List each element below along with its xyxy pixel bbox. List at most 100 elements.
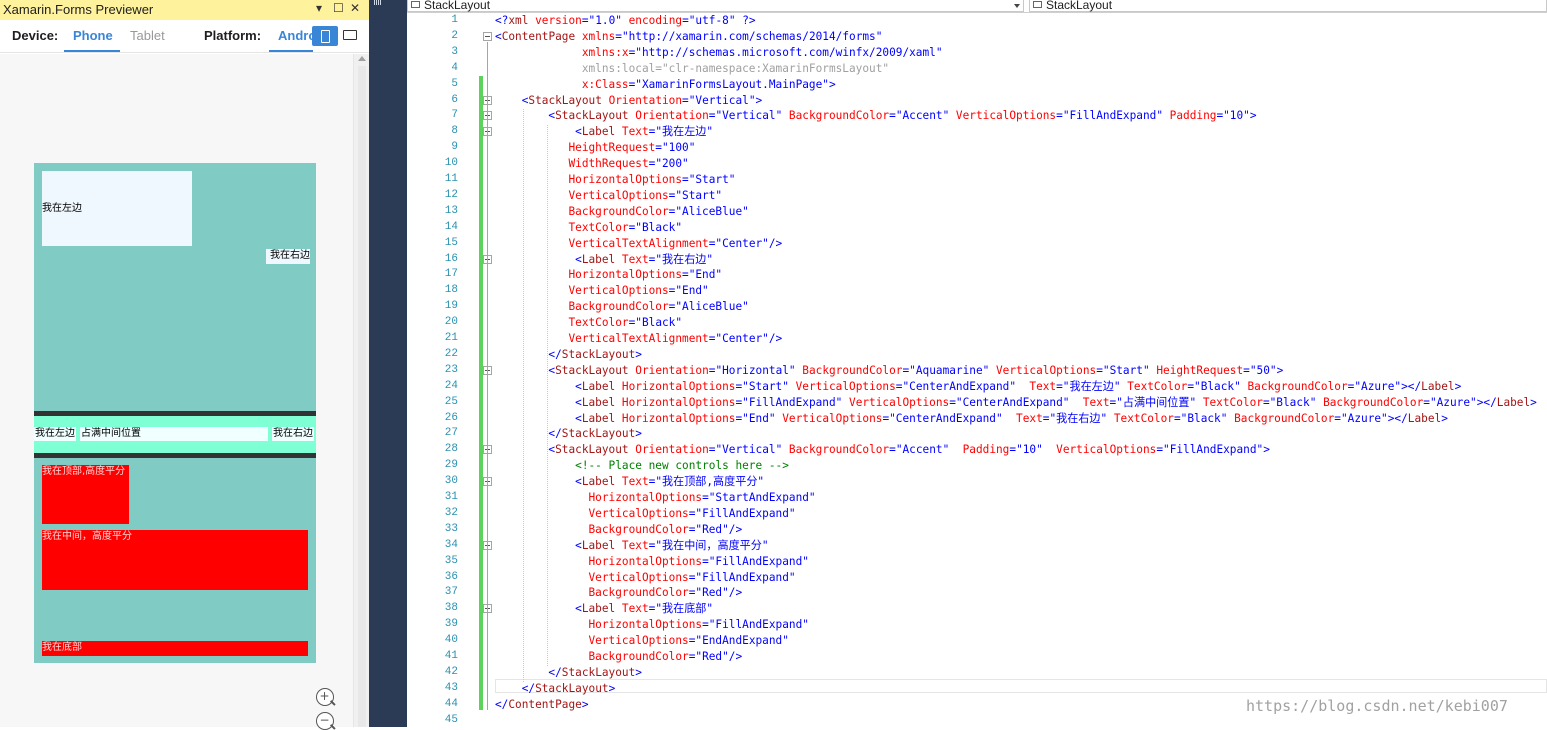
line-number: 23 — [444, 363, 458, 376]
code-line[interactable]: HorizontalOptions="FillAndExpand" — [495, 618, 809, 631]
code-line[interactable]: </StackLayout> — [495, 682, 616, 695]
code-line[interactable]: BackgroundColor="Red"/> — [495, 586, 743, 599]
code-line[interactable]: <Label Text="我在顶部,高度平分" — [495, 475, 764, 488]
label-h-middle: 占满中间位置 — [80, 427, 268, 441]
code-line[interactable]: HorizontalOptions="End" — [495, 268, 722, 281]
code-line[interactable]: WidthRequest="200" — [495, 157, 688, 170]
code-token: Text — [615, 252, 649, 266]
maximize-icon[interactable]: ☐ — [333, 1, 344, 15]
code-token: "Red" — [695, 650, 729, 663]
code-line[interactable]: VerticalOptions="Start" — [495, 189, 722, 202]
code-token: "Black" — [1194, 379, 1241, 393]
code-line[interactable]: HorizontalOptions="FillAndExpand" — [495, 555, 809, 568]
code-line[interactable]: <Label HorizontalOptions="End" VerticalO… — [495, 412, 1448, 425]
code-token: TextColor — [1120, 379, 1188, 393]
code-line[interactable]: <Label HorizontalOptions="FillAndExpand"… — [495, 396, 1537, 409]
code-token: "占满中间位置" — [1116, 395, 1197, 409]
code-line[interactable]: HorizontalOptions="StartAndExpand" — [495, 491, 816, 504]
code-token: Label — [581, 411, 616, 425]
type-dropdown[interactable]: StackLayout — [407, 0, 1024, 12]
code-token: "CenterAndExpand" — [902, 379, 1017, 393]
code-line[interactable]: </StackLayout> — [495, 666, 642, 679]
collapse-toggle-icon[interactable] — [483, 31, 492, 41]
scrollbar-thumb[interactable] — [358, 66, 366, 727]
code-line[interactable]: <Label Text="我在左边" — [495, 125, 713, 138]
code-line[interactable]: BackgroundColor="AliceBlue" — [495, 300, 748, 313]
code-line[interactable]: <StackLayout Orientation="Vertical"> — [495, 94, 763, 107]
code-token: "FillAndExpand" — [742, 395, 843, 409]
line-number: 6 — [451, 93, 458, 106]
tab-phone[interactable]: Phone — [73, 28, 113, 43]
code-line[interactable]: BackgroundColor="Red"/> — [495, 523, 743, 536]
code-line[interactable]: </ContentPage> — [495, 698, 589, 711]
line-number: 7 — [451, 109, 458, 122]
line-number: 42 — [444, 665, 458, 678]
code-line[interactable]: xmlns:x="http://schemas.microsoft.com/wi… — [495, 46, 943, 59]
line-number: 14 — [444, 220, 458, 233]
code-line[interactable]: </StackLayout> — [495, 427, 642, 440]
code-line[interactable]: VerticalOptions="FillAndExpand" — [495, 507, 796, 520]
code-token: BackgroundColor — [782, 443, 890, 457]
code-line[interactable]: <?xml version="1.0" encoding="utf-8" ?> — [495, 14, 756, 27]
splitter-grip-icon[interactable] — [374, 0, 384, 6]
code-token: HorizontalOptions — [495, 554, 703, 568]
code-line[interactable]: VerticalOptions="EndAndExpand" — [495, 634, 789, 647]
code-token: "Start" — [1102, 363, 1150, 377]
code-token: "Black" — [1180, 411, 1228, 425]
close-icon[interactable]: ✕ — [350, 1, 360, 15]
zoom-in-icon[interactable]: + — [316, 688, 334, 706]
preview-scrollbar[interactable] — [353, 54, 369, 727]
code-token: = — [682, 14, 689, 27]
code-line[interactable]: <Label HorizontalOptions="Start" Vertica… — [495, 380, 1461, 393]
code-token: "50" — [1249, 363, 1277, 377]
code-line[interactable]: </StackLayout> — [495, 348, 642, 361]
code-token: > — [828, 77, 836, 91]
code-line[interactable]: <Label Text="我在底部" — [495, 602, 713, 615]
change-tracking-bar — [479, 76, 483, 710]
code-line[interactable]: <StackLayout Orientation="Horizontal" Ba… — [495, 364, 1283, 377]
code-line[interactable]: <!-- Place new controls here --> — [495, 459, 789, 472]
fold-guide — [487, 41, 488, 710]
code-line[interactable]: VerticalOptions="FillAndExpand" — [495, 571, 796, 584]
window-menu-dropdown-icon[interactable]: ▾ — [316, 1, 322, 15]
code-line[interactable]: BackgroundColor="AliceBlue" — [495, 204, 749, 218]
separator — [34, 453, 316, 458]
code-token: "Black" — [635, 316, 683, 330]
scroll-up-icon[interactable] — [358, 56, 366, 61]
tab-platform-android[interactable]: Andro — [278, 28, 316, 43]
code-line[interactable]: <Label Text="我在右边" — [495, 253, 713, 266]
code-area[interactable]: <?xml version="1.0" encoding="utf-8" ?> <… — [495, 14, 1545, 727]
tab-tablet[interactable]: Tablet — [130, 28, 165, 43]
label-red-bottom: 我在底部 — [42, 641, 308, 656]
code-line[interactable]: x:Class="XamarinFormsLayout.MainPage"> — [495, 78, 836, 91]
code-line[interactable]: <ContentPage xmlns="http://xamarin.com/s… — [495, 30, 882, 43]
code-editor[interactable]: StackLayout StackLayout 1 2 3 4 5 6 7 8 9 10 11 12 1… — [407, 0, 1547, 727]
code-token: "AliceBlue" — [675, 204, 749, 218]
code-token: VerticalOptions — [775, 411, 883, 425]
line-number: 43 — [444, 681, 458, 694]
phone-icon[interactable] — [312, 26, 338, 46]
code-token: BackgroundColor — [495, 204, 669, 218]
zoom-out-icon[interactable]: − — [316, 712, 334, 730]
code-line[interactable]: HorizontalOptions="Start" — [495, 173, 735, 186]
code-line[interactable]: VerticalTextAlignment="Center"/> — [495, 237, 782, 250]
code-token: xml — [508, 14, 529, 27]
pane-splitter[interactable] — [369, 0, 407, 727]
line-number: 37 — [444, 586, 458, 599]
code-line[interactable]: BackgroundColor="Red"/> — [495, 650, 743, 663]
tablet-icon[interactable] — [343, 30, 357, 40]
member-dropdown[interactable]: StackLayout — [1029, 0, 1547, 12]
code-line[interactable]: VerticalOptions="End" — [495, 284, 708, 297]
code-token: BackgroundColor — [795, 363, 903, 377]
code-line[interactable]: xmlns:local="clr-namespace:XamarinFormsL… — [495, 62, 889, 75]
code-line[interactable]: HeightRequest="100" — [495, 141, 695, 154]
code-line[interactable]: <StackLayout Orientation="Vertical" Back… — [495, 443, 1269, 457]
code-line[interactable]: <Label Text="我在中间，高度平分" — [495, 539, 768, 552]
code-line[interactable]: VerticalTextAlignment="Center"/> — [495, 332, 782, 345]
code-token: VerticalTextAlignment — [495, 332, 709, 345]
code-token: Padding — [1163, 109, 1217, 123]
code-token: = — [1243, 363, 1250, 377]
code-line[interactable]: <StackLayout Orientation="Vertical" Back… — [495, 109, 1256, 123]
line-number: 41 — [444, 650, 458, 662]
code-token: "Center" — [715, 236, 769, 250]
